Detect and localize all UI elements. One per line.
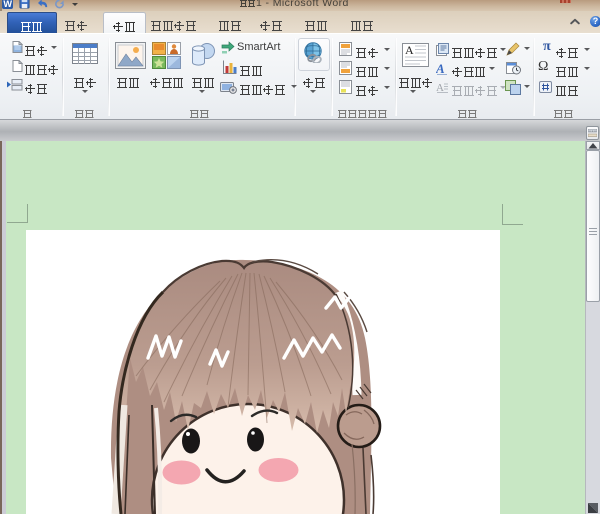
- svg-text:A: A: [405, 43, 414, 57]
- svg-text:A: A: [436, 62, 445, 75]
- svg-text:W: W: [3, 0, 12, 9]
